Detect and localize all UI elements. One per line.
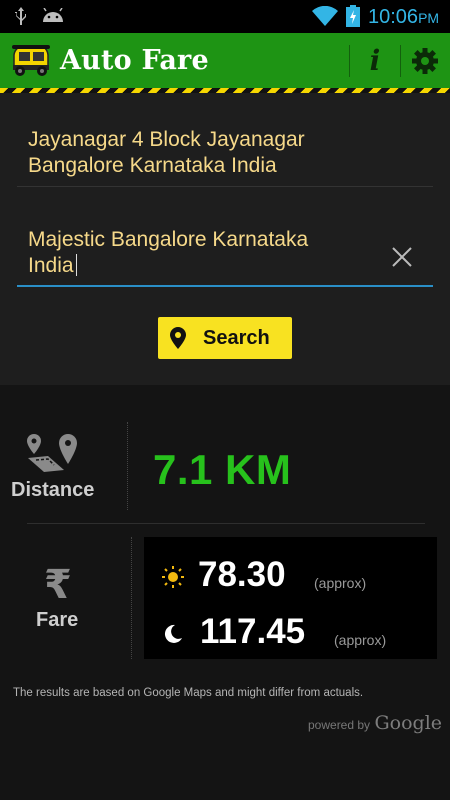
gear-icon <box>412 47 438 74</box>
to-location-text: Majestic Bangalore Karnataka India <box>28 228 309 277</box>
night-fare-approx: (approx) <box>334 632 387 648</box>
settings-button[interactable] <box>400 33 450 88</box>
fare-divider <box>131 537 132 659</box>
from-location-field[interactable]: Jayanagar 4 Block Jayanagar Bangalore Ka… <box>17 127 433 187</box>
usb-icon <box>15 7 26 25</box>
wifi-icon <box>312 6 338 26</box>
status-time: 10:06PM <box>368 6 440 28</box>
search-button[interactable]: Search <box>158 317 292 359</box>
route-form: Jayanagar 4 Block Jayanagar Bangalore Ka… <box>0 93 450 385</box>
night-fare-value: 117.45 <box>200 612 306 651</box>
battery-charging-icon <box>346 5 360 27</box>
route-distance-icon <box>27 434 77 472</box>
sun-icon <box>162 566 184 588</box>
info-icon: i <box>369 44 381 77</box>
day-fare-value: 78.30 <box>198 555 286 594</box>
distance-divider <box>127 422 128 510</box>
distance-value: 7.1 KM <box>153 446 292 493</box>
rupee-icon: ₹ <box>44 563 72 607</box>
app-title: Auto Fare <box>60 45 209 76</box>
to-location-field[interactable]: Majestic Bangalore Karnataka India <box>17 227 433 287</box>
status-bar: 10:06PM <box>0 0 450 33</box>
auto-rickshaw-icon <box>12 45 50 76</box>
search-button-label: Search <box>203 326 270 349</box>
info-button[interactable]: i <box>350 33 400 88</box>
text-cursor <box>75 254 77 276</box>
night-fare-row: 117.45 (approx) <box>144 608 437 658</box>
moon-icon <box>164 624 182 643</box>
from-field-underline <box>17 186 433 187</box>
disclaimer-text: The results are based on Google Maps and… <box>13 687 364 699</box>
day-fare-approx: (approx) <box>314 575 367 591</box>
location-pin-icon <box>170 327 186 349</box>
app-bar: Auto Fare i <box>0 33 450 88</box>
day-fare-row: 78.30 (approx) <box>144 551 437 601</box>
close-icon <box>392 247 412 267</box>
from-location-text: Jayanagar 4 Block Jayanagar Bangalore Ka… <box>28 128 305 177</box>
powered-by-google: powered by Google <box>308 712 443 734</box>
clear-destination-button[interactable] <box>384 239 420 275</box>
results-panel: Distance 7.1 KM ₹ Fare 78.30 (approx) 11… <box>0 385 450 800</box>
fare-label: Fare <box>36 609 79 631</box>
distance-label: Distance <box>11 479 95 501</box>
to-field-underline <box>17 285 433 287</box>
fare-box: 78.30 (approx) 117.45 (approx) <box>144 537 437 659</box>
section-divider <box>27 523 425 524</box>
android-icon <box>43 8 63 22</box>
